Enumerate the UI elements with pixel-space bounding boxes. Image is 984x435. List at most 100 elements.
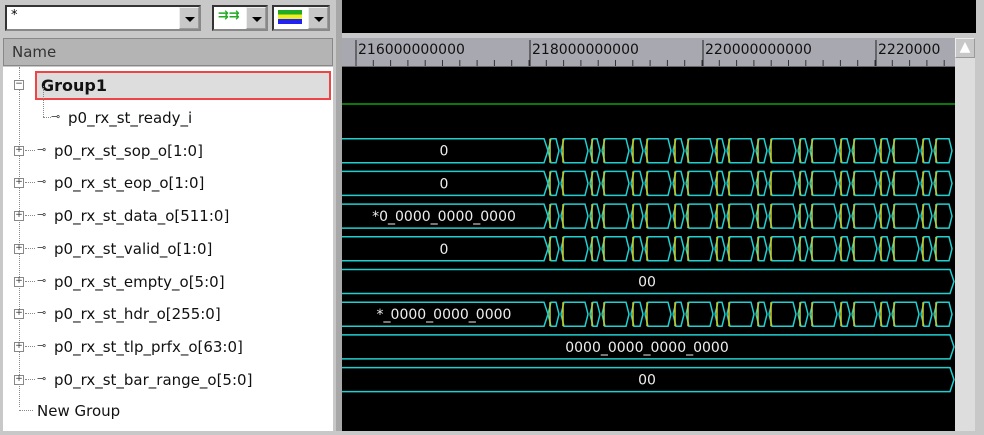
- bus-segment: [768, 236, 797, 262]
- bus-segment: [809, 203, 838, 229]
- bus-segment: [891, 203, 920, 229]
- signal-name: p0_rx_st_empty_o[5:0]: [54, 272, 225, 291]
- expand-icon[interactable]: +: [14, 211, 24, 222]
- expand-icon[interactable]: +: [14, 276, 24, 287]
- signal-port-icon: ⊸: [37, 273, 47, 287]
- bus-segment: [851, 170, 878, 197]
- ruler-label: 2220000: [878, 42, 940, 58]
- collapse-icon[interactable]: −: [14, 80, 24, 90]
- signal-port-icon: ⊸: [37, 338, 47, 352]
- bus-segment: [809, 137, 838, 164]
- signal-name: p0_rx_st_ready_i: [68, 109, 193, 127]
- expand-icon[interactable]: +: [14, 374, 24, 385]
- signal-name: p0_rx_st_hdr_o[255:0]: [54, 305, 221, 324]
- signal-port-icon: ⊸: [37, 142, 47, 156]
- scroll-up-button[interactable]: ▲: [955, 38, 975, 58]
- color-mode-combo[interactable]: [272, 5, 330, 31]
- signal-row[interactable]: + ⊸ p0_rx_st_bar_range_o[5:0]: [3, 364, 333, 396]
- color-waveform-icon: [278, 10, 302, 24]
- bus-segment: [560, 301, 589, 327]
- bus-segment: [726, 203, 755, 229]
- bus-segment: [601, 170, 630, 197]
- bus-segment: [891, 170, 920, 197]
- display-mode-combo[interactable]: ⇉⇉: [212, 5, 268, 31]
- bus-segment: [560, 170, 589, 197]
- signal-port-icon: ⊸: [37, 240, 47, 254]
- bus-segment: [768, 301, 797, 327]
- bus-segment: [644, 203, 672, 229]
- bus-segment: [644, 137, 672, 164]
- signal-name: p0_rx_st_bar_range_o[5:0]: [54, 370, 253, 389]
- signal-arrows-icon: ⇉⇉: [218, 8, 240, 23]
- signal-name: p0_rx_st_valid_o[1:0]: [54, 239, 213, 258]
- bus-segment: [809, 301, 838, 327]
- bus-segment: [685, 301, 714, 327]
- bus-segment: [644, 236, 672, 262]
- signal-port-icon: ⊸: [51, 110, 61, 123]
- display-mode-dropdown[interactable]: [246, 7, 266, 29]
- waveform-view[interactable]: 0 0 *0_0000_0000_0000 0 00 *_0000_0000_0000 00…: [342, 67, 955, 431]
- signal-row[interactable]: + ⊸ p0_rx_st_empty_o[5:0]: [3, 266, 333, 298]
- signal-name: p0_rx_st_tlp_prfx_o[63:0]: [54, 337, 243, 356]
- signal-name: p0_rx_st_sop_o[1:0]: [54, 141, 203, 160]
- bus-segment: [601, 236, 630, 262]
- expand-icon[interactable]: +: [14, 243, 24, 254]
- bus-segment: [851, 301, 878, 327]
- signal-port-icon: ⊸: [37, 208, 47, 222]
- new-group-label: New Group: [37, 402, 121, 420]
- signal-name: p0_rx_st_eop_o[1:0]: [54, 174, 205, 193]
- expand-icon[interactable]: +: [14, 309, 24, 320]
- waveform-panel: 216000000000 218000000000 220000000000 2220…: [342, 0, 984, 431]
- bus-value: *0_0000_0000_0000: [372, 209, 516, 225]
- bus-segment: [560, 137, 589, 164]
- bus-segment: [644, 301, 672, 327]
- name-column-header[interactable]: Name: [3, 38, 333, 66]
- filter-combo[interactable]: *: [5, 5, 201, 31]
- signal-name: p0_rx_st_data_o[511:0]: [54, 207, 230, 226]
- signal-panel: * ⇉⇉ Name − Group1 ⊸ p0_rx_st_ready_i + ⊸ p0…: [0, 0, 336, 431]
- time-ruler[interactable]: 216000000000 218000000000 220000000000 2220…: [342, 38, 955, 67]
- signal-row[interactable]: ⊸ p0_rx_st_ready_i: [3, 86, 333, 134]
- bus-segment: [851, 203, 878, 229]
- bus-segment: [601, 137, 630, 164]
- signal-row[interactable]: + ⊸ p0_rx_st_hdr_o[255:0]: [3, 298, 333, 330]
- signal-row[interactable]: + ⊸ p0_rx_st_sop_o[1:0]: [3, 135, 333, 167]
- bus-segment: [891, 137, 920, 164]
- bus-segment: [726, 301, 755, 327]
- bus-segment: [768, 137, 797, 164]
- color-mode-dropdown[interactable]: [308, 7, 328, 29]
- bus-value: 0: [440, 242, 449, 258]
- vertical-scrollbar[interactable]: ▲: [955, 38, 975, 431]
- signal-row[interactable]: + ⊸ p0_rx_st_tlp_prfx_o[63:0]: [3, 331, 333, 363]
- bus-segment: [891, 301, 920, 327]
- signal-port-icon: ⊸: [37, 306, 47, 320]
- bus-segment: [560, 203, 589, 229]
- expand-icon[interactable]: +: [14, 178, 24, 189]
- filter-input[interactable]: *: [11, 8, 18, 23]
- bus-segment: [768, 203, 797, 229]
- bus-value: 0000_0000_0000_0000: [565, 340, 729, 356]
- bus-value: 00: [638, 275, 656, 291]
- expand-icon[interactable]: +: [14, 341, 24, 352]
- bus-segment: [685, 203, 714, 229]
- bus-segment: [768, 170, 797, 197]
- bus-segment: [685, 137, 714, 164]
- signal-row[interactable]: + ⊸ p0_rx_st_valid_o[1:0]: [3, 233, 333, 265]
- bus-segment: [685, 170, 714, 197]
- signal-port-icon: ⊸: [37, 371, 47, 385]
- expand-icon[interactable]: +: [14, 145, 24, 156]
- group-name[interactable]: Group1: [35, 71, 331, 100]
- signal-row[interactable]: + ⊸ p0_rx_st_data_o[511:0]: [3, 200, 333, 232]
- filter-dropdown-button[interactable]: [179, 7, 199, 29]
- ruler-label: 216000000000: [358, 42, 465, 58]
- bus-segment: [685, 236, 714, 262]
- bus-value: 00: [638, 373, 656, 389]
- bus-value: 0: [440, 144, 449, 160]
- signal-row[interactable]: + ⊸ p0_rx_st_eop_o[1:0]: [3, 167, 333, 199]
- group-row[interactable]: − Group1: [3, 69, 333, 101]
- bus-value: *_0000_0000_0000: [377, 307, 512, 323]
- new-group-row[interactable]: New Group: [3, 395, 333, 427]
- ruler-label: 218000000000: [532, 42, 639, 58]
- signal-port-icon: ⊸: [37, 175, 47, 189]
- bus-segment: [601, 203, 630, 229]
